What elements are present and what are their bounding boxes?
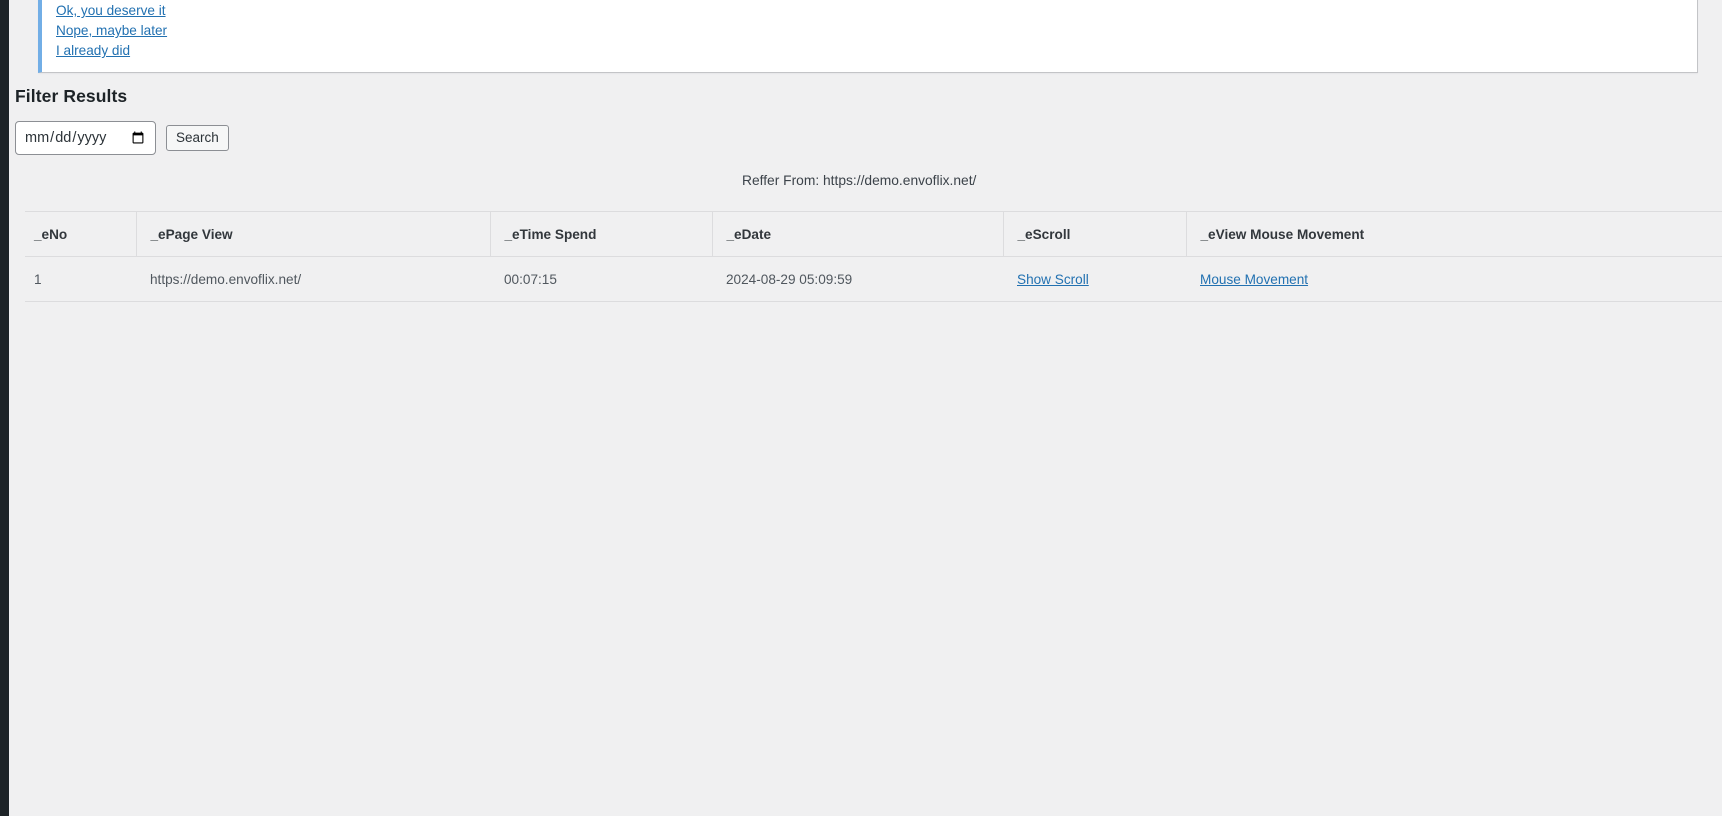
page-content: Ok, you deserve it Nope, maybe later I a… — [9, 0, 1722, 816]
search-button[interactable]: Search — [166, 125, 229, 151]
results-table: _eNo _ePage View _eTime Spend _eDate _eS… — [25, 211, 1722, 302]
review-notice-links: Ok, you deserve it Nope, maybe later I a… — [56, 1, 167, 61]
filter-results-title: Filter Results — [15, 86, 128, 106]
column-header-escroll[interactable]: _eScroll — [1002, 211, 1186, 257]
column-header-epage-view[interactable]: _ePage View — [135, 211, 490, 257]
cell-edate: 2024-08-29 05:09:59 — [712, 256, 1003, 302]
cell-eno: 1 — [25, 256, 136, 302]
cell-escroll: Show Scroll — [1003, 256, 1186, 302]
table-row: 1 https://demo.envoflix.net/ 00:07:15 20… — [25, 256, 1722, 302]
column-header-eview-mouse-movement[interactable]: _eView Mouse Movement — [1185, 211, 1722, 257]
filter-form: Search — [15, 121, 229, 155]
notice-link-i-already-did[interactable]: I already did — [56, 41, 167, 61]
cell-eview-mouse-movement: Mouse Movement — [1186, 256, 1722, 302]
table-header-row: _eNo _ePage View _eTime Spend _eDate _eS… — [25, 211, 1722, 257]
review-notice: Ok, you deserve it Nope, maybe later I a… — [38, 0, 1698, 73]
referrer-label: Reffer From: https://demo.envoflix.net/ — [742, 173, 977, 188]
cell-epage-view: https://demo.envoflix.net/ — [136, 256, 490, 302]
admin-page: Ok, you deserve it Nope, maybe later I a… — [0, 0, 1722, 816]
filter-date-input[interactable] — [15, 121, 156, 155]
notice-link-nope-maybe-later[interactable]: Nope, maybe later — [56, 21, 167, 41]
show-scroll-link[interactable]: Show Scroll — [1017, 272, 1089, 287]
results-table-head: _eNo _ePage View _eTime Spend _eDate _eS… — [25, 211, 1722, 257]
cell-etime-spend: 00:07:15 — [490, 256, 712, 302]
notice-link-ok-you-deserve-it[interactable]: Ok, you deserve it — [56, 1, 167, 21]
results-table-body: 1 https://demo.envoflix.net/ 00:07:15 20… — [25, 256, 1722, 302]
mouse-movement-link[interactable]: Mouse Movement — [1200, 272, 1308, 287]
column-header-etime-spend[interactable]: _eTime Spend — [489, 211, 712, 257]
admin-sidebar-rail — [0, 0, 9, 816]
column-header-eno[interactable]: _eNo — [25, 211, 136, 257]
column-header-edate[interactable]: _eDate — [711, 211, 1003, 257]
